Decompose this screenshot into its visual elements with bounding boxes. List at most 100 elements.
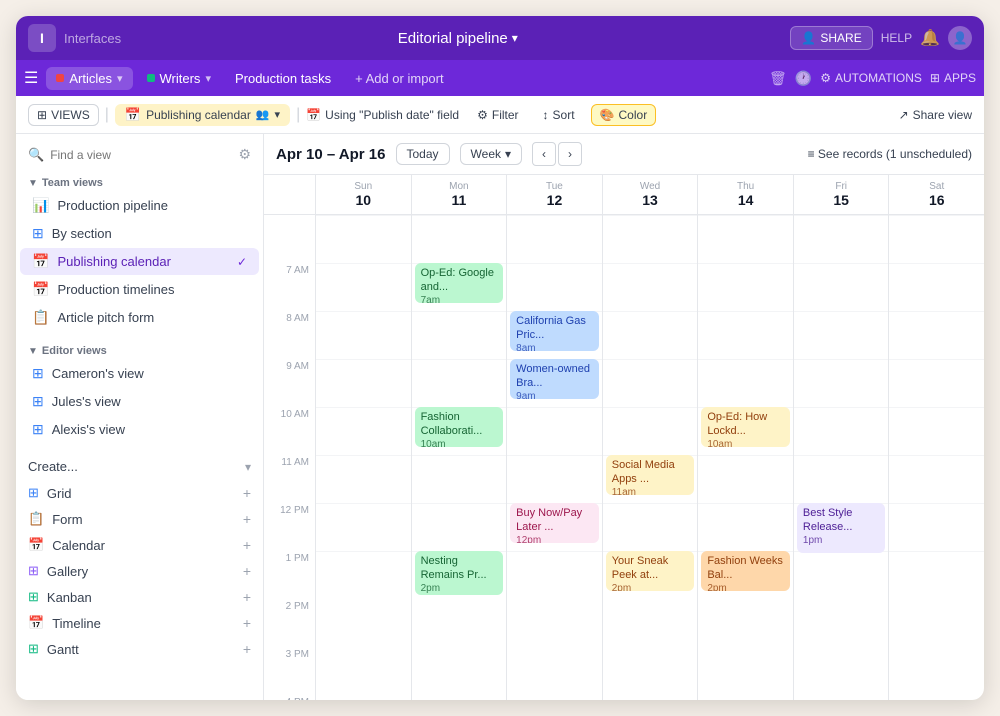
articles-dot <box>56 74 64 82</box>
share-view-button[interactable]: ↗ Share view <box>899 108 972 122</box>
hamburger-icon[interactable]: ☰ <box>24 68 38 88</box>
event-fashion-collaborati[interactable]: Fashion Collaborati... 10am <box>415 407 504 447</box>
form-icon: 📋 <box>28 511 44 527</box>
filter-button[interactable]: ⚙ Filter <box>469 105 526 125</box>
event-op-ed-google[interactable]: Op-Ed: Google and... 7am <box>415 263 504 303</box>
gallery-add-icon[interactable]: + <box>243 563 251 579</box>
search-input[interactable] <box>50 148 232 162</box>
sidebar-item-by-section[interactable]: ⊞ By section <box>20 220 259 247</box>
create-section[interactable]: Create... ▾ <box>16 453 263 480</box>
create-items-list: ⊞ Grid + 📋 Form + 📅 Calendar <box>16 480 263 666</box>
time-4pm: 4 PM <box>264 695 315 700</box>
sidebar-item-publishing-calendar[interactable]: 📅 Publishing calendar ✓ <box>20 248 259 275</box>
tue-body[interactable]: California Gas Pric... 8am Women-owned B… <box>507 215 602 700</box>
alexis-view-icon: ⊞ <box>32 421 44 438</box>
create-timeline[interactable]: 📅 Timeline + <box>16 610 263 636</box>
thu-body[interactable]: Op-Ed: How Lockd... 10am Fashion Weeks B… <box>698 215 793 700</box>
add-import-button[interactable]: + Add or import <box>345 67 454 90</box>
gantt-add-icon[interactable]: + <box>243 641 251 657</box>
days-container: Sun 10 <box>316 175 984 700</box>
trash-icon[interactable]: 🗑 <box>769 70 787 87</box>
create-kanban[interactable]: ⊞ Kanban + <box>16 584 263 610</box>
event-buy-now[interactable]: Buy Now/Pay Later ... 12pm <box>510 503 599 543</box>
pipeline-chevron[interactable]: ▾ <box>512 31 518 45</box>
sun-body[interactable] <box>316 215 411 700</box>
create-grid[interactable]: ⊞ Grid + <box>16 480 263 506</box>
event-social-media[interactable]: Social Media Apps ... 11am <box>606 455 695 495</box>
event-california-gas[interactable]: California Gas Pric... 8am <box>510 311 599 351</box>
sidebar-item-jules-view[interactable]: ⊞ Jules's view <box>20 388 259 415</box>
mon-body[interactable]: Op-Ed: Google and... 7am Fashion Collabo… <box>412 215 507 700</box>
timeline-add-icon[interactable]: + <box>243 615 251 631</box>
notification-icon[interactable]: 🔔 <box>920 28 940 48</box>
filter-icon: ⚙ <box>477 108 488 122</box>
create-form[interactable]: 📋 Form + <box>16 506 263 532</box>
sort-button[interactable]: ↕ Sort <box>535 105 583 125</box>
timeline-icon: 📅 <box>28 615 44 631</box>
event-sneak-peek[interactable]: Your Sneak Peek at... 2pm <box>606 551 695 591</box>
create-gantt[interactable]: ⊞ Gantt + <box>16 636 263 662</box>
writers-dot <box>147 74 155 82</box>
user-avatar[interactable]: 👤 <box>948 26 972 50</box>
event-best-style[interactable]: Best Style Release... 1pm <box>797 503 886 553</box>
sat-body[interactable] <box>889 215 984 700</box>
sat-name: Sat <box>929 181 944 192</box>
create-gallery[interactable]: ⊞ Gallery + <box>16 558 263 584</box>
event-op-ed-lockd[interactable]: Op-Ed: How Lockd... 10am <box>701 407 790 447</box>
today-button[interactable]: Today <box>396 143 450 165</box>
thu-num: 14 <box>738 192 754 208</box>
create-calendar[interactable]: 📅 Calendar + <box>16 532 263 558</box>
color-button[interactable]: 🎨 Color <box>591 104 657 126</box>
nav-tab-production-tasks[interactable]: Production tasks <box>225 67 341 90</box>
form-add-icon[interactable]: + <box>243 511 251 527</box>
kanban-add-icon[interactable]: + <box>243 589 251 605</box>
calendar-header: Apr 10 – Apr 16 Today Week ▾ ‹ › ≡ See r… <box>264 134 984 175</box>
sidebar-item-article-pitch-form[interactable]: 📋 Article pitch form <box>20 304 259 331</box>
by-section-icon: ⊞ <box>32 225 44 242</box>
field-selector[interactable]: 📅 Using "Publish date" field <box>306 108 459 122</box>
sidebar: 🔍 ⚙ ▼ Team views 📊 Production pipeline ⊞… <box>16 134 264 700</box>
sidebar-item-production-pipeline[interactable]: 📊 Production pipeline <box>20 192 259 219</box>
fri-body[interactable]: Best Style Release... 1pm <box>794 215 889 700</box>
time-3pm: 3 PM <box>264 647 315 695</box>
sidebar-item-production-timelines[interactable]: 📅 Production timelines <box>20 276 259 303</box>
fri-num: 15 <box>833 192 849 208</box>
mon-num: 11 <box>451 192 466 208</box>
apps-button[interactable]: ⊞ APPS <box>930 71 976 85</box>
sidebar-item-alexis-view[interactable]: ⊞ Alexis's view <box>20 416 259 443</box>
day-mon: Mon 11 <box>412 175 508 700</box>
share-button[interactable]: 👤 SHARE <box>790 26 872 50</box>
grid-add-icon[interactable]: + <box>243 485 251 501</box>
history-icon[interactable]: 🕐 <box>795 70 812 87</box>
calendar-add-icon[interactable]: + <box>243 537 251 553</box>
time-9am: 9 AM <box>264 359 315 407</box>
wed-body[interactable]: Social Media Apps ... 11am Your Sneak Pe… <box>603 215 698 700</box>
share-icon: ↗ <box>899 108 909 122</box>
gear-icon[interactable]: ⚙ <box>238 146 251 163</box>
editor-views-label[interactable]: ▼ Editor views <box>16 339 263 359</box>
publishing-calendar-tab[interactable]: 📅 Publishing calendar 👥 ▾ <box>115 104 290 126</box>
event-fashion-weeks[interactable]: Fashion Weeks Bal... 2pm <box>701 551 790 591</box>
automations-button[interactable]: ⚙ AUTOMATIONS <box>820 71 922 85</box>
help-label[interactable]: HELP <box>881 31 912 45</box>
day-wed: Wed 13 <box>603 175 699 700</box>
gallery-icon: ⊞ <box>28 563 39 579</box>
team-views-label[interactable]: ▼ Team views <box>16 171 263 191</box>
week-button[interactable]: Week ▾ <box>460 143 523 165</box>
nav-tab-articles[interactable]: Articles ▾ <box>46 67 132 90</box>
field-icon: 📅 <box>306 108 321 122</box>
sidebar-item-camerons-view[interactable]: ⊞ Cameron's view <box>20 360 259 387</box>
nav-tab-writers[interactable]: Writers ▾ <box>137 67 221 90</box>
time-1pm: 1 PM <box>264 551 315 599</box>
next-button[interactable]: › <box>558 142 582 166</box>
day-sun: Sun 10 <box>316 175 412 700</box>
event-nesting-remains[interactable]: Nesting Remains Pr... 2pm <box>415 551 504 595</box>
views-button[interactable]: ⊞ VIEWS <box>28 104 99 126</box>
app-logo: I <box>28 24 56 52</box>
event-women-owned[interactable]: Women-owned Bra... 9am <box>510 359 599 399</box>
article-pitch-form-icon: 📋 <box>32 309 49 326</box>
calendar-nav: ‹ › <box>532 142 582 166</box>
time-11am: 11 AM <box>264 455 315 503</box>
records-button[interactable]: ≡ See records (1 unscheduled) <box>808 147 972 161</box>
prev-button[interactable]: ‹ <box>532 142 556 166</box>
